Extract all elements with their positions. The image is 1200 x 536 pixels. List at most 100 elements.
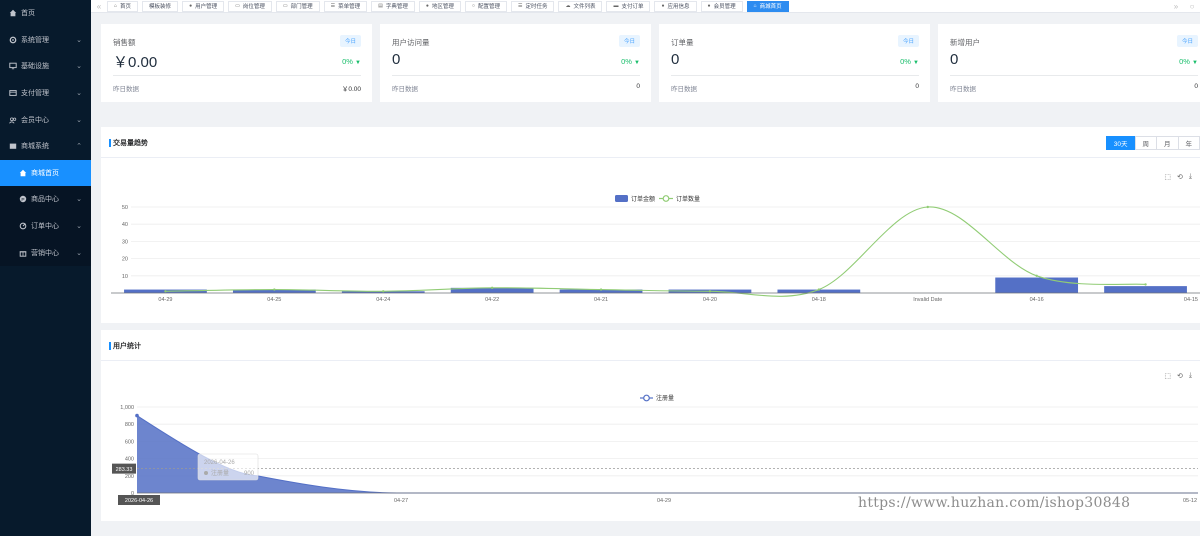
- tab-item[interactable]: ▬ 支付订单: [606, 0, 651, 12]
- sidebar-item-infra[interactable]: 基础设施 ⌄: [0, 53, 91, 80]
- tab-item[interactable]: ▭ 岗位管理: [228, 0, 272, 12]
- y-tick-label: 200: [125, 474, 134, 480]
- tab-label: 定时任务: [525, 4, 548, 10]
- stat-change: 0% ▼: [900, 57, 919, 66]
- tabs-scroll-right-icon[interactable]: »: [1168, 0, 1184, 13]
- line-point: [708, 290, 712, 293]
- yesterday-label: 昨日数据: [392, 86, 418, 93]
- svg-text:P: P: [21, 197, 24, 203]
- stat-title: 新增用户: [950, 38, 980, 47]
- y-tick-label: 30: [122, 239, 128, 245]
- sidebar-item-marketing-center[interactable]: 营销中心 ⌄: [0, 239, 91, 266]
- range-selector: 30天 周 月 年: [1105, 136, 1200, 150]
- chevron-down-icon: ⌄: [76, 196, 82, 204]
- x-tick-label: 04-16: [1030, 297, 1044, 303]
- y-tick-label: 20: [122, 257, 128, 263]
- stat-value: 0: [392, 51, 401, 68]
- sidebar-item-home[interactable]: 首页: [0, 0, 91, 27]
- gear-icon: [8, 35, 17, 44]
- tab-item[interactable]: ☰ 定时任务: [510, 0, 555, 12]
- sidebar: 首页 系统管理 ⌄ 基础设施 ⌄ 支付管理 ⌄ 会员中心 ⌄ 商城系统 ⌃ 商城…: [0, 0, 91, 536]
- stat-value: 0: [671, 51, 680, 68]
- x-tick-label: Invalid Date: [913, 297, 942, 303]
- tabs-scroll-left-icon[interactable]: «: [91, 0, 107, 13]
- y-tick-label: 600: [125, 439, 134, 445]
- stat-value: ￥0.00: [113, 54, 158, 71]
- area-line: [136, 415, 1198, 494]
- config-icon: ○: [471, 3, 475, 9]
- y-tick-label: 400: [125, 457, 134, 463]
- tabs-menu-icon[interactable]: ○: [1184, 0, 1200, 13]
- x-tick-label: 04-21: [594, 297, 608, 303]
- line-point: [1144, 283, 1147, 286]
- range-month-button[interactable]: 月: [1156, 136, 1179, 150]
- yesterday-label: 昨日数据: [671, 86, 697, 93]
- x-tick-label: 04-27: [394, 498, 408, 504]
- stat-percent: 0%: [621, 57, 632, 66]
- tab-item[interactable]: ☰ 菜单管理: [323, 0, 368, 12]
- panel-title: 交易量趋势: [113, 140, 148, 147]
- user-icon: ●: [189, 3, 193, 9]
- tab-item[interactable]: ⌂ 首页: [107, 0, 139, 12]
- tab-item[interactable]: 模板装修: [142, 0, 179, 12]
- sidebar-item-members[interactable]: 会员中心 ⌄: [0, 106, 91, 133]
- tooltip-value: 900: [244, 471, 255, 477]
- tab-item[interactable]: ▤ 字典管理: [371, 0, 415, 12]
- stat-card: 用户访问量 今日 0 0% ▼ 昨日数据 0: [380, 24, 651, 102]
- y-tick-label: 50: [122, 205, 128, 211]
- tabs-right-controls: » ○: [1168, 0, 1200, 13]
- tab-label: 部门管理: [290, 4, 313, 10]
- y-tick-label: 40: [122, 222, 128, 228]
- shop-icon: [8, 142, 17, 151]
- task-icon: ☰: [517, 3, 523, 9]
- tab-item[interactable]: ⌂ 商城首页: [746, 0, 789, 12]
- y-tick-label: 1,000: [120, 405, 134, 411]
- sidebar-item-mall[interactable]: 商城系统 ⌃: [0, 133, 91, 160]
- tab-item[interactable]: ☁ 文件列表: [558, 0, 603, 12]
- stat-value: 0: [950, 51, 959, 68]
- divider: [950, 75, 1198, 76]
- stat-percent: 0%: [900, 57, 911, 66]
- caret-down-icon: ▼: [355, 60, 361, 66]
- sidebar-item-label: 订单中心: [31, 223, 59, 231]
- period-badge: 今日: [339, 35, 361, 47]
- line-point: [599, 288, 603, 291]
- sidebar-item-payment[interactable]: 支付管理 ⌄: [0, 80, 91, 107]
- stat-percent: 0%: [342, 57, 353, 66]
- x-tick-label: 04-15: [1184, 297, 1198, 303]
- line-point: [382, 290, 385, 293]
- range-year-button[interactable]: 年: [1177, 136, 1200, 150]
- yesterday-value: 0: [1194, 83, 1198, 90]
- trade-trend-chart: 订单金额 订单数量 10 20 30 40 50 04-29 04-25 04-24 04-22 04…: [111, 195, 1200, 303]
- stat-change: 0% ▼: [342, 57, 361, 66]
- period-badge: 今日: [618, 35, 640, 47]
- tab-item[interactable]: ● 应用信息: [654, 0, 697, 12]
- sidebar-item-system[interactable]: 系统管理 ⌄: [0, 27, 91, 54]
- tab-item[interactable]: ● 会员管理: [700, 0, 743, 12]
- dept-icon: ▭: [282, 3, 288, 9]
- app-root: 首页 系统管理 ⌄ 基础设施 ⌄ 支付管理 ⌄ 会员中心 ⌄ 商城系统 ⌃ 商城…: [0, 0, 1200, 536]
- payment-icon: [8, 89, 17, 98]
- dict-icon: ▤: [378, 3, 383, 9]
- tab-item[interactable]: ○ 配置管理: [464, 0, 507, 12]
- chevron-up-icon: ⌃: [76, 143, 82, 151]
- tab-label: 模板装修: [149, 4, 172, 10]
- tab-item[interactable]: ● 用户管理: [182, 0, 225, 12]
- bar: [1104, 286, 1187, 293]
- tab-label: 应用信息: [667, 4, 690, 10]
- sidebar-item-order-center[interactable]: 订单中心 ⌄: [0, 212, 91, 240]
- card-icon: ▬: [613, 3, 619, 9]
- pointer-label: 2026-04-26: [125, 498, 153, 504]
- sidebar-item-label: 支付管理: [21, 90, 49, 98]
- sidebar-item-product-center[interactable]: P 商品中心 ⌄: [0, 186, 91, 213]
- legend-label: 订单金额: [631, 195, 655, 203]
- range-30-days-button[interactable]: 30天: [1105, 136, 1136, 150]
- tab-item[interactable]: ▭ 部门管理: [275, 0, 320, 12]
- line-point: [926, 205, 929, 209]
- tab-label: 字典管理: [385, 4, 408, 10]
- range-week-button[interactable]: 周: [1134, 136, 1157, 150]
- sidebar-item-label: 营销中心: [31, 249, 59, 257]
- sidebar-item-mall-home[interactable]: 商城首页: [0, 159, 91, 187]
- data-point: [135, 413, 139, 418]
- tab-item[interactable]: ● 地区管理: [418, 0, 461, 12]
